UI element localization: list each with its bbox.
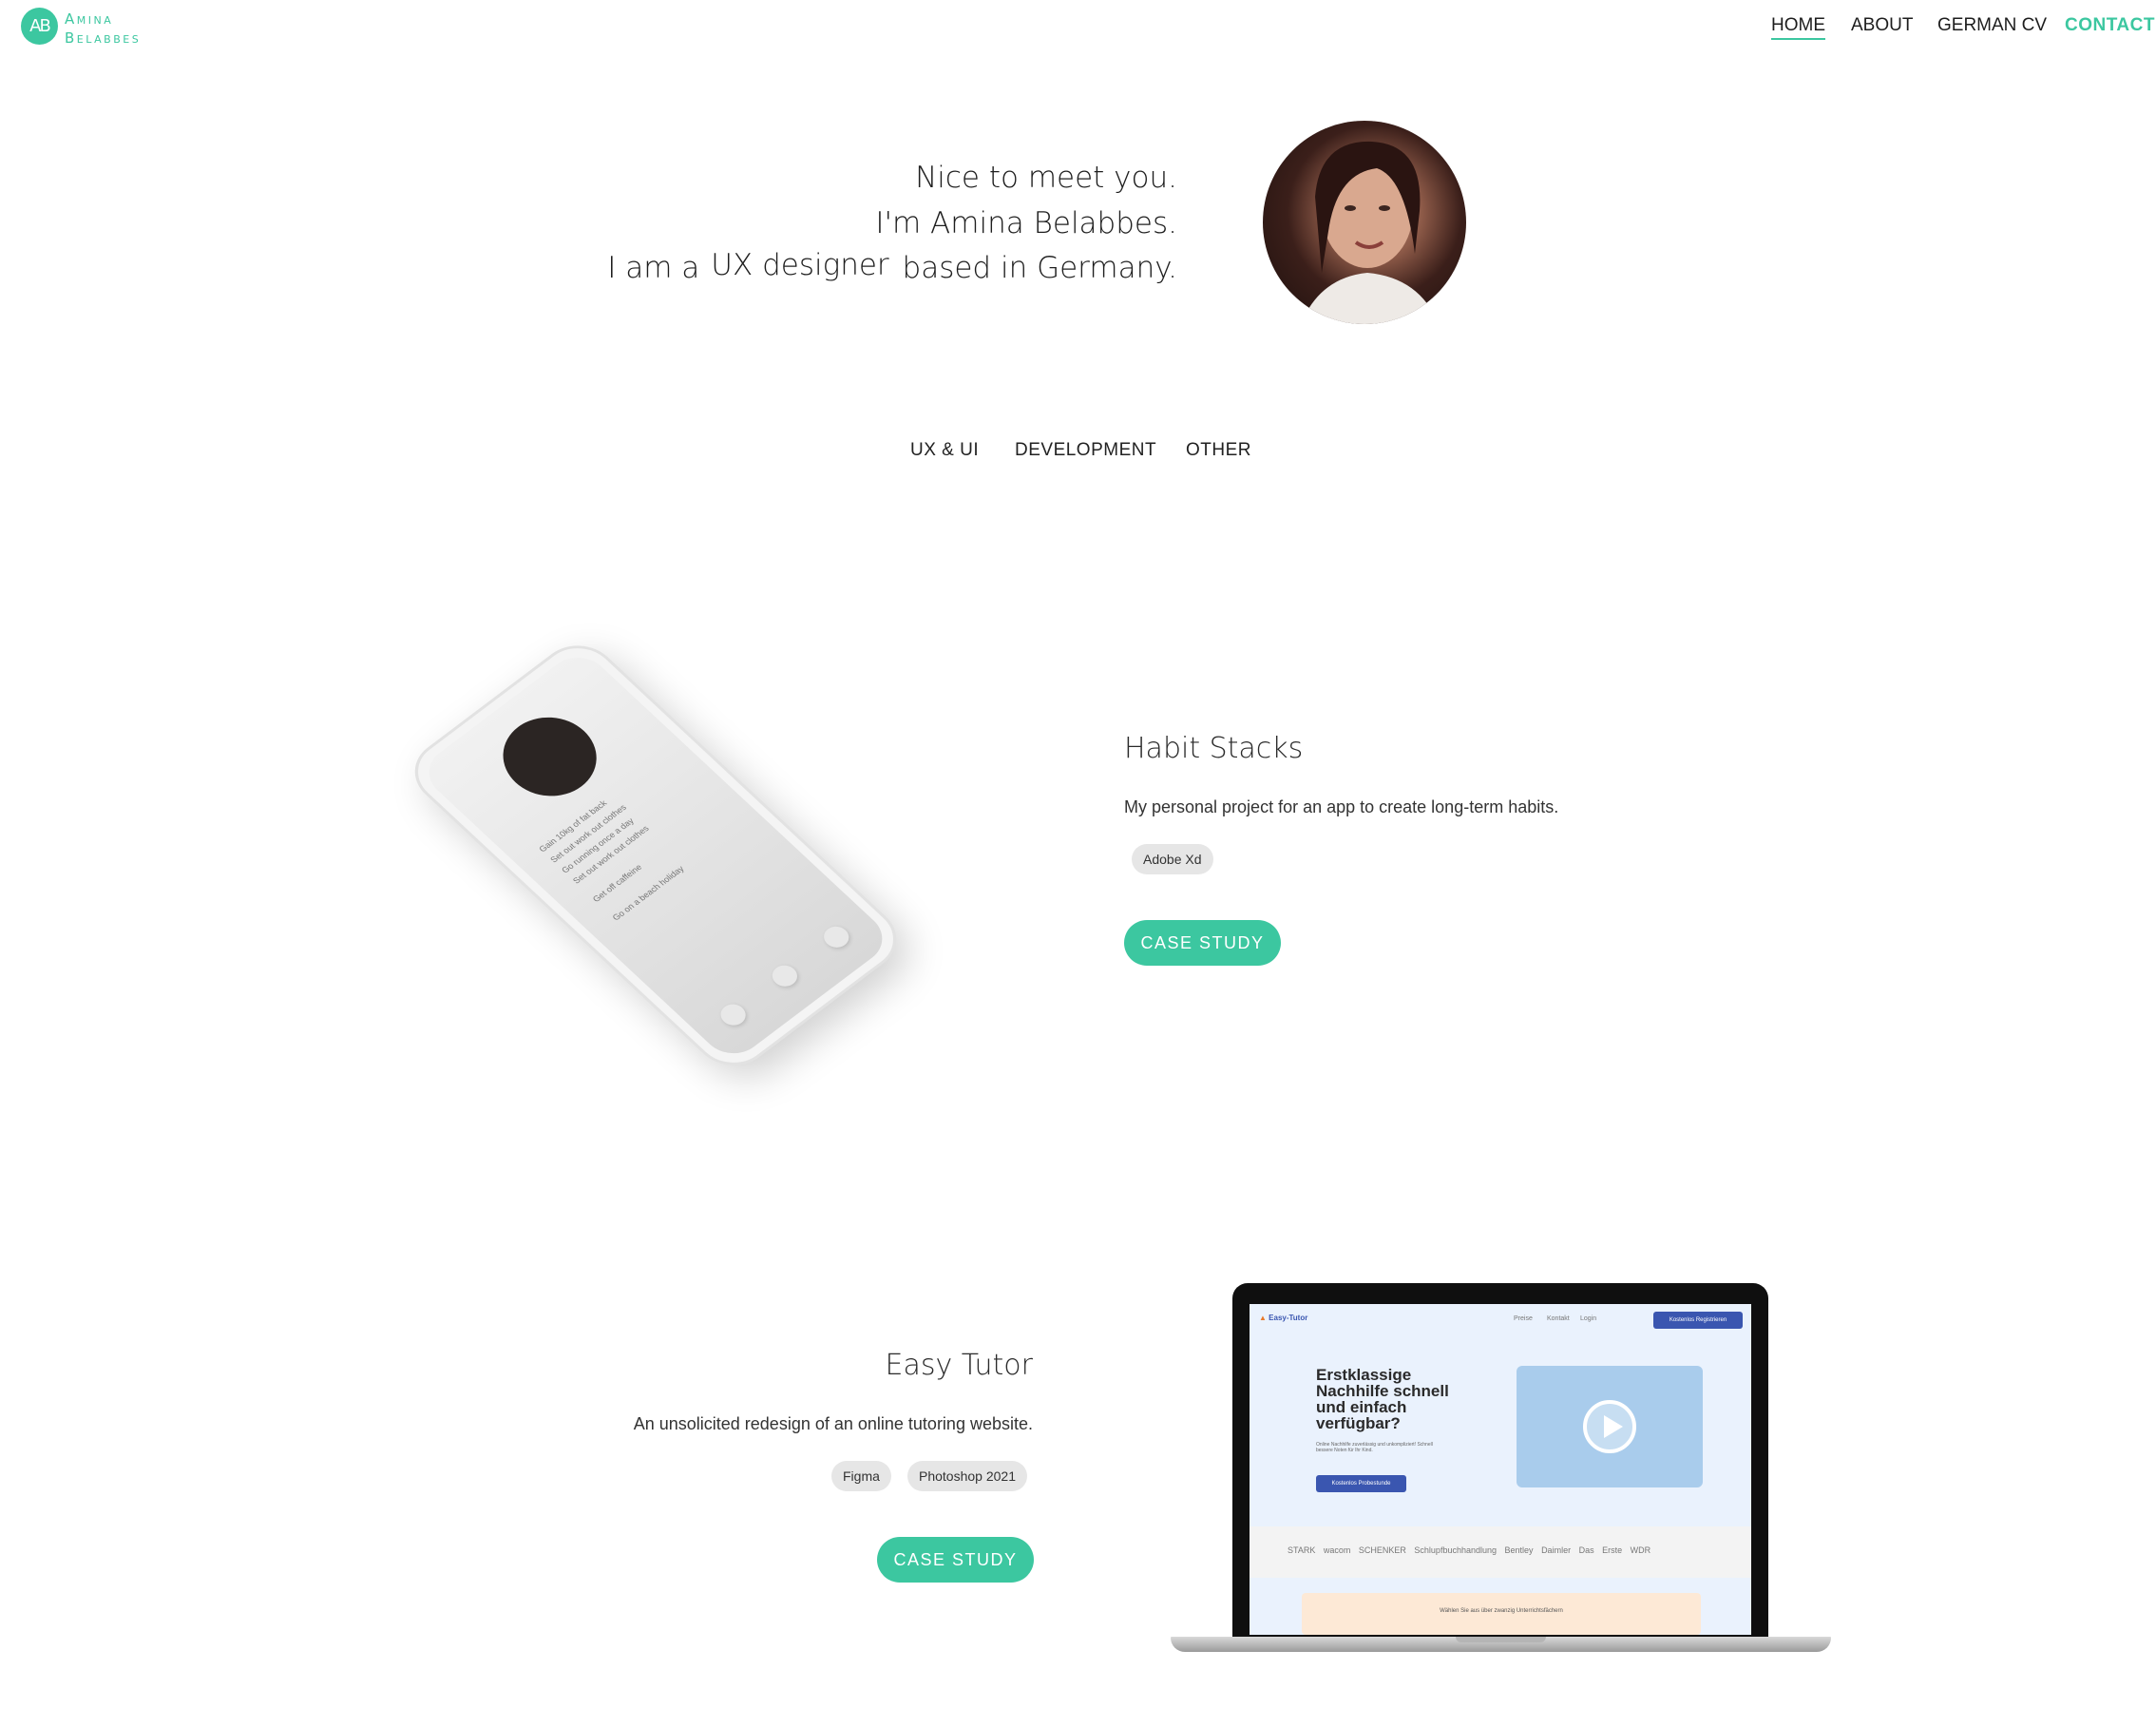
mock-logo: SCHENKER (1358, 1545, 1406, 1555)
logo-mark[interactable]: AB (21, 8, 58, 45)
tag-figma: Figma (831, 1461, 891, 1491)
logo-first-name: Amina (65, 10, 114, 28)
mock-brand: Easy-Tutor (1269, 1314, 1308, 1322)
mock-nav-login: Login (1580, 1315, 1597, 1322)
mock-logo: STARK (1288, 1545, 1316, 1555)
logo-last-name: Belabbes (65, 29, 142, 47)
filter-ux-ui[interactable]: UX & UI (910, 440, 979, 461)
mock-logo: Das Erste (1578, 1545, 1623, 1555)
habit-stacks-phone-mockup[interactable]: Gain 10kg of fat back Set out work out c… (398, 632, 941, 1079)
mock-nav-preise: Preise (1514, 1315, 1533, 1322)
mock-nav-kontakt: Kontakt (1547, 1315, 1570, 1322)
mock-subtext: Online Nachhilfe zuverlässig und unkompl… (1316, 1442, 1433, 1453)
mock-register-button: Kostenlos Registrieren (1653, 1312, 1743, 1329)
nav-contact[interactable]: CONTACT (2065, 15, 2155, 36)
hero-role-prefix: I am a (607, 251, 700, 285)
hero-greeting: Nice to meet you. (915, 161, 1177, 195)
play-icon (1583, 1400, 1636, 1453)
mock-headline: Erstklassige Nachhilfe schnell und einfa… (1316, 1366, 1449, 1432)
mock-banner-text: Wählen Sie aus über zwanzig Unterrichtsf… (1440, 1608, 1563, 1614)
easy-tutor-laptop-mockup[interactable]: ▲ Easy-Tutor Preise Kontakt Login Kosten… (1171, 1283, 1831, 1663)
tag-photoshop: Photoshop 2021 (907, 1461, 1027, 1491)
mock-logo: WDR (1630, 1545, 1651, 1555)
filter-other[interactable]: OTHER (1186, 440, 1251, 461)
case-study-button-easy-tutor[interactable]: CASE STUDY (877, 1537, 1034, 1583)
tag-adobe-xd: Adobe Xd (1132, 844, 1213, 874)
mock-logo: Schlupfbuchhandlung (1414, 1545, 1497, 1555)
nav-about[interactable]: ABOUT (1851, 15, 1913, 36)
mock-hero-button: Kostenlos Probestunde (1316, 1475, 1406, 1492)
nav-german-cv[interactable]: GERMAN CV (1937, 15, 2047, 36)
logo-text[interactable]: Amina Belabbes (65, 10, 141, 48)
profile-photo (1263, 121, 1466, 324)
project-title-habit-stacks[interactable]: Habit Stacks (1124, 732, 1303, 765)
hero-role-line: I am a UX designer based in Germany. (607, 248, 1177, 285)
hero-name: I'm Amina Belabbes. (875, 206, 1177, 240)
nav-home[interactable]: HOME (1771, 15, 1825, 40)
mock-video-thumbnail (1517, 1366, 1703, 1487)
mock-logo: Daimler (1541, 1545, 1572, 1555)
mock-logo: Bentley (1504, 1545, 1534, 1555)
hero-role: UX designer (711, 248, 889, 282)
project-description-easy-tutor: An unsolicited redesign of an online tut… (633, 1414, 1033, 1433)
project-description-habit-stacks: My personal project for an app to create… (1124, 797, 1559, 816)
mock-logo-strip: STARK wacom SCHENKER Schlupfbuchhandlung… (1288, 1545, 1650, 1555)
fox-logo-icon: ▲ (1259, 1314, 1267, 1322)
mock-logo: wacom (1323, 1545, 1351, 1555)
project-title-easy-tutor[interactable]: Easy Tutor (886, 1349, 1034, 1382)
filter-development[interactable]: DEVELOPMENT (1015, 440, 1156, 461)
case-study-button-habit-stacks[interactable]: CASE STUDY (1124, 920, 1281, 966)
hero-role-suffix: based in Germany. (902, 251, 1177, 285)
